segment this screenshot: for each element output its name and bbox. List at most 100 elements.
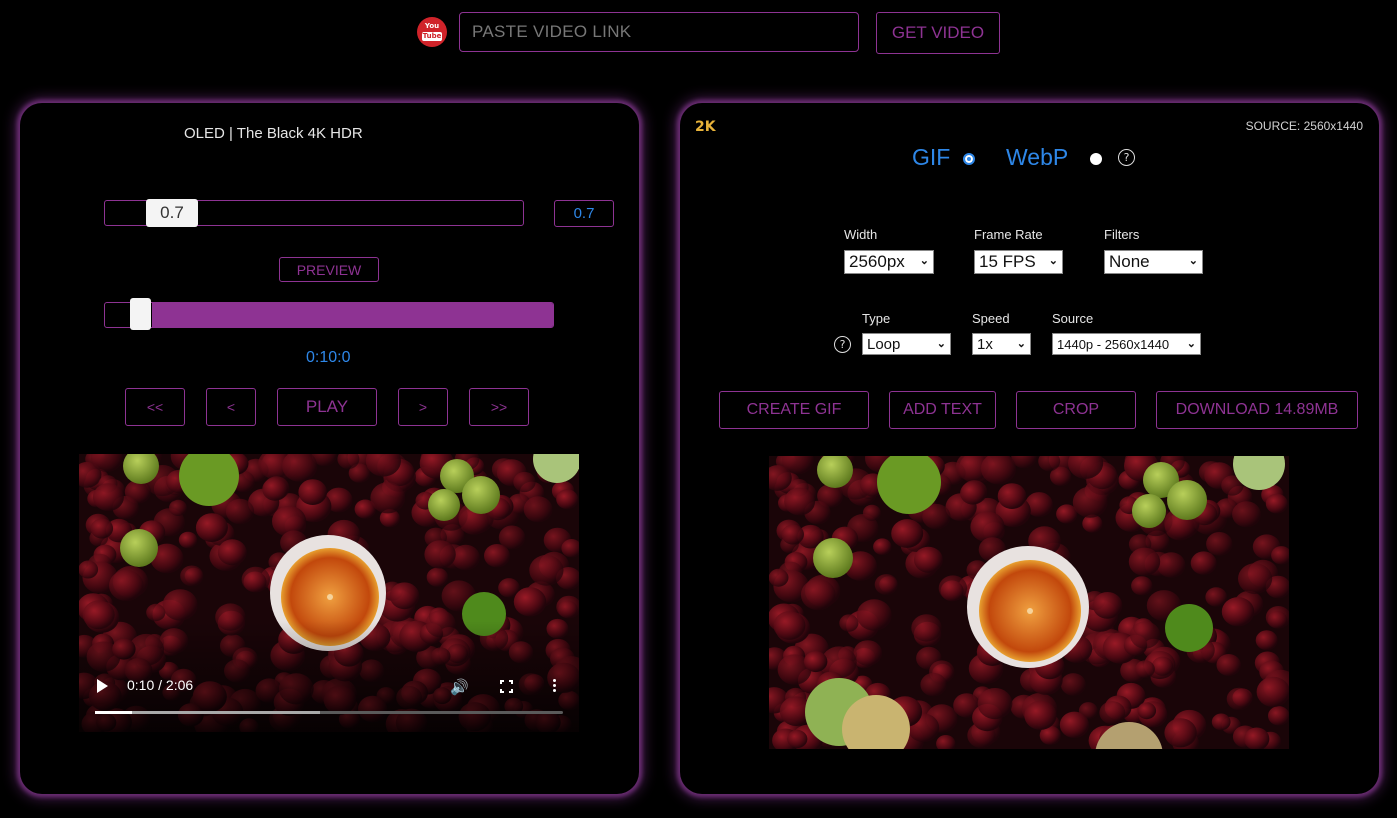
cherry-decoration [913,546,943,573]
frame-rate-select-value: 15 FPS [979,252,1036,271]
youtube-icon-text-top: You [424,22,440,30]
cherry-decoration [1092,592,1123,619]
chevron-down-icon: ⌄ [936,338,946,350]
cherry-decoration [1151,656,1174,676]
skip-forward-far-button[interactable]: >> [469,388,529,426]
cherry-decoration [1190,551,1217,575]
youtube-icon-text-bottom: Tube [421,32,443,41]
cherry-decoration [800,579,836,611]
skip-forward-button[interactable]: > [398,388,448,426]
speed-slider-thumb[interactable]: 0.7 [146,199,198,227]
cherry-decoration [1265,493,1288,514]
get-video-button[interactable]: GET VIDEO [876,12,1000,54]
top-bar: You Tube GET VIDEO [0,0,1397,70]
cherry-decoration [1072,486,1108,518]
cherry-decoration [891,519,924,548]
chevron-down-icon: ⌄ [1188,255,1198,267]
cherry-decoration [804,651,828,673]
time-slider-track[interactable] [104,302,554,328]
cherry-decoration [977,688,1013,720]
crop-button[interactable]: CROP [1016,391,1136,429]
resolution-badge: 2K [695,119,716,135]
preview-button[interactable]: PREVIEW [279,257,379,282]
format-help-icon[interactable]: ? [1118,149,1135,166]
source-label: Source [1052,311,1094,326]
cherry-decoration [1024,700,1057,730]
cherry-decoration [784,487,816,516]
cherry-decoration [773,611,806,640]
cherry-decoration [862,504,881,521]
chevron-down-icon: ⌄ [919,255,929,267]
cherry-decoration [787,729,808,749]
type-help-icon[interactable]: ? [834,336,851,353]
width-select[interactable]: 2560px ⌄ [844,250,934,274]
cherry-decoration [1268,706,1289,726]
cherry-decoration [960,481,986,505]
cherry-decoration [1256,676,1289,707]
cherry-decoration [1238,563,1273,594]
filters-select[interactable]: None ⌄ [1104,250,1203,274]
speed-select[interactable]: 1x ⌄ [972,333,1031,355]
cherry-decoration [1267,611,1288,629]
chevron-down-icon: ⌄ [1016,338,1026,350]
video-link-input[interactable] [459,12,859,52]
cherry-decoration [938,575,968,601]
cherry-decoration [1206,532,1233,556]
chevron-down-icon: ⌄ [1186,337,1196,350]
cherry-decoration [1059,711,1089,738]
cherry-decoration [1232,501,1261,528]
time-slider-thumb[interactable] [130,298,151,330]
time-slider-fill [152,303,553,327]
volume-icon[interactable]: 🔊 [450,678,469,696]
cherry-decoration [1211,713,1231,731]
more-options-icon[interactable] [553,679,557,694]
cherry-decoration [1221,597,1255,627]
cherry-decoration [1216,654,1241,676]
cherry-decoration [769,568,789,587]
video-played-bar [95,711,133,714]
frame-rate-select[interactable]: 15 FPS ⌄ [974,250,1063,274]
cherry-decoration [781,524,804,545]
video-play-icon[interactable] [97,679,108,693]
format-webp-radio[interactable] [1090,153,1102,165]
format-webp-label[interactable]: WebP [1006,144,1068,171]
skip-back-button[interactable]: < [206,388,256,426]
speed-select-value: 1x [977,335,993,353]
cherry-decoration [1060,673,1086,696]
cherry-decoration [873,538,892,555]
type-select-value: Loop [867,335,901,353]
width-label: Width [844,227,878,242]
width-select-value: 2560px [849,252,905,271]
cherry-decoration [874,574,898,595]
source-resolution-label: SOURCE: 2560x1440 [1245,119,1363,133]
gif-preview-image [769,456,1289,749]
cherry-decoration [1157,552,1186,578]
cherry-decoration [997,483,1027,509]
cherry-decoration [1099,701,1126,725]
create-gif-button[interactable]: CREATE GIF [719,391,869,429]
cherry-decoration [1255,630,1278,651]
format-gif-radio[interactable] [963,153,975,165]
video-time-display: 0:10 / 2:06 [127,677,194,693]
skip-back-far-button[interactable]: << [125,388,185,426]
cherry-decoration [853,640,883,666]
fullscreen-icon[interactable] [500,680,513,693]
cherry-decoration [1205,587,1227,607]
video-progress-bar[interactable] [95,711,563,714]
cherry-decoration [1131,576,1153,596]
filters-label: Filters [1104,227,1140,242]
source-select[interactable]: 1440p - 2560x1440 ⌄ [1052,333,1201,355]
chevron-down-icon: ⌄ [1048,255,1058,267]
add-text-button[interactable]: ADD TEXT [889,391,996,429]
download-button[interactable]: DOWNLOAD 14.89MB [1156,391,1358,429]
source-select-value: 1440p - 2560x1440 [1057,336,1170,352]
gif-preview [769,456,1289,749]
cherry-decoration [1164,718,1197,748]
play-button[interactable]: PLAY [277,388,377,426]
filters-select-value: None [1109,252,1150,271]
cherry-decoration [911,614,942,642]
cherry-decoration [839,614,859,632]
type-select[interactable]: Loop ⌄ [862,333,951,355]
format-gif-label[interactable]: GIF [912,144,950,171]
cherry-decoration [1128,547,1161,576]
